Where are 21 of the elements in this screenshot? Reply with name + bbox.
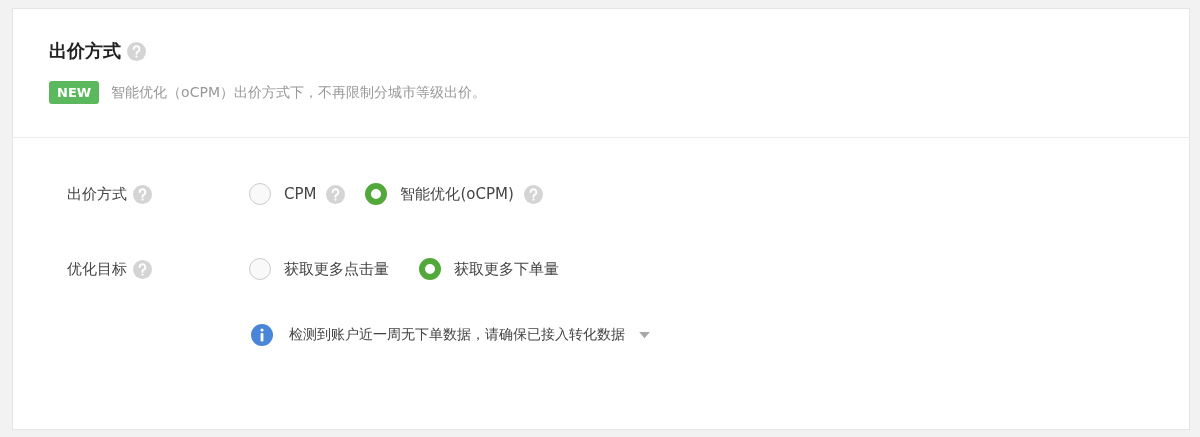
caret-icon[interactable] xyxy=(639,331,650,339)
info-icon xyxy=(251,324,273,346)
info-message: 检测到账户近一周无下单数据，请确保已接入转化数据 xyxy=(289,326,625,344)
field-label: 出价方式 xyxy=(67,184,127,204)
radio-button[interactable] xyxy=(249,183,271,205)
option-label[interactable]: 获取更多点击量 xyxy=(284,259,389,279)
new-badge: NEW xyxy=(49,81,100,104)
notice-text: 智能优化（oCPM）出价方式下，不再限制分城市等级出价。 xyxy=(111,83,486,102)
help-icon[interactable] xyxy=(133,184,152,204)
option-label[interactable]: CPM xyxy=(284,185,317,203)
radio-button[interactable] xyxy=(249,258,271,280)
help-icon[interactable] xyxy=(133,259,152,279)
help-icon[interactable] xyxy=(127,41,146,61)
section-title: 出价方式 xyxy=(49,39,121,63)
help-icon[interactable] xyxy=(523,184,543,204)
field-label: 优化目标 xyxy=(67,259,127,279)
option-label[interactable]: 智能优化(oCPM) xyxy=(400,184,514,204)
option-label[interactable]: 获取更多下单量 xyxy=(454,259,559,279)
help-icon[interactable] xyxy=(326,184,346,204)
radio-button[interactable] xyxy=(419,258,441,280)
radio-button[interactable] xyxy=(365,183,388,205)
